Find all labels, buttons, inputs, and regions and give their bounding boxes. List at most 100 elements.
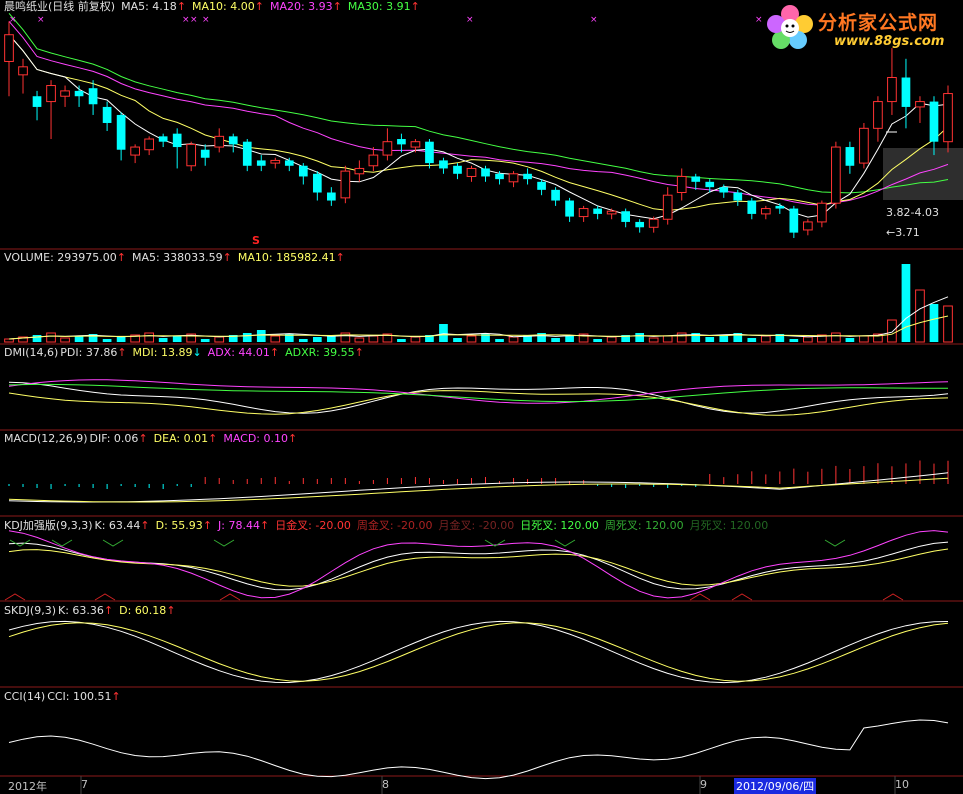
candle-body-down	[88, 88, 98, 105]
skdj-panel-header: SKDJ(9,3) K: 63.36↑ D: 60.18↑	[4, 604, 182, 618]
volume-bar-down	[32, 335, 42, 342]
kdj-death-cross-marker	[824, 539, 846, 547]
candle-body-up	[915, 101, 925, 108]
signal-x-marker: ×	[182, 15, 190, 25]
volume-bar-down	[635, 333, 645, 342]
kdj-golden-cross-marker	[94, 593, 116, 601]
time-label-september: 9	[700, 778, 707, 791]
volume-bar-down	[845, 338, 855, 342]
skdj-k: K: 63.36↑	[58, 604, 114, 617]
candle-body-down	[593, 208, 602, 214]
volume-bar-down	[453, 338, 462, 342]
cci-label: CCI(14)	[4, 690, 46, 703]
candle-body-down	[705, 181, 715, 188]
candle-body-down	[845, 147, 855, 166]
candle-body-down	[102, 106, 112, 123]
volume-bar-down	[929, 304, 939, 342]
volume-bar-up	[354, 337, 365, 343]
candle-body-up	[606, 210, 617, 215]
skdj-label: SKDJ(9,3)	[4, 604, 56, 617]
kdj-k-line	[8, 541, 949, 591]
candle-body-down	[453, 165, 462, 174]
volume-ma5: MA5: 338033.59↑	[131, 251, 232, 264]
candle-body-down	[733, 192, 743, 201]
volume-bar-up	[508, 336, 519, 343]
kdj-death-cross-marker	[51, 539, 73, 547]
dmi-panel-header: DMI(14,6) PDI: 37.86↑ MDI: 13.89↓ ADX: 44.0…	[4, 346, 370, 360]
time-label-year: 2012年	[8, 780, 47, 793]
candle-body-down	[326, 192, 336, 201]
candle-body-down	[425, 141, 434, 164]
ma20-value: MA20: 3.93↑	[269, 0, 342, 13]
candle-body-up	[214, 135, 225, 148]
volume-bar-down	[551, 338, 560, 342]
volume-bar-down	[74, 336, 84, 342]
kdj-monthly-death-cross: 月死叉: 120.00	[689, 519, 769, 532]
macd-panel-header: MACD(12,26,9) DIF: 0.06↑ DEA: 0.01↑ MACD: 0…	[4, 432, 303, 446]
candle-body-up	[887, 77, 897, 103]
candle-body-up	[676, 175, 687, 194]
adx-value: ADX: 44.01↑	[207, 346, 280, 359]
kdj-panel-header: KDJ加强版(9,3,3) K: 63.44↑ D: 55.93↑ J: 78.44↑…	[4, 519, 774, 533]
candle-body-down	[312, 173, 322, 193]
macd-label: MACD(12,26,9)	[4, 432, 88, 445]
time-label-july: 7	[81, 778, 88, 791]
skdj-d-line	[8, 622, 949, 682]
kdj-daily-death-cross: 日死叉: 120.00	[520, 519, 599, 532]
candle-body-down	[158, 136, 168, 142]
candle-body-up	[760, 208, 771, 215]
volume-bar-up	[270, 335, 281, 343]
volume-bar-up	[144, 332, 154, 343]
kdj-d-line	[8, 548, 949, 587]
candle-body-up	[144, 138, 154, 151]
ma5-line	[8, 34, 949, 220]
dif-value: DIF: 0.06↑	[89, 432, 148, 445]
candle-body-down	[481, 168, 490, 177]
volume-bar-down	[256, 330, 266, 342]
pdi-line	[8, 381, 949, 414]
adxr-line	[8, 383, 948, 403]
candle-body-down	[551, 189, 560, 201]
price-range-label: 3.82-4.03	[886, 206, 939, 219]
signal-x-marker: ×	[755, 15, 763, 25]
selected-date-cursor[interactable]: 2012/09/06/四	[734, 778, 817, 794]
candle-body-up	[817, 202, 827, 223]
mdi-value: MDI: 13.89↓	[132, 346, 202, 359]
candle-body-down	[74, 90, 84, 97]
volume-bar-down	[242, 333, 252, 342]
candle-body-down	[397, 139, 406, 145]
volume-bar-up	[915, 289, 925, 343]
candle-body-up	[648, 218, 659, 228]
cci-value: CCI: 100.51↑	[47, 690, 121, 703]
pdi-value: PDI: 37.86↑	[60, 346, 127, 359]
candle-body-down	[284, 160, 294, 166]
signal-x-marker: ×	[202, 15, 210, 25]
volume-bar-down	[397, 339, 406, 342]
candle-body-up	[18, 66, 28, 76]
candle-body-up	[46, 85, 56, 103]
signal-x-marker: ×	[466, 15, 474, 25]
kdj-j-line	[8, 530, 949, 599]
time-label-august: 8	[382, 778, 389, 791]
candle-body-down	[789, 208, 799, 233]
logo-title: 分析家公式网	[818, 12, 939, 34]
candle-body-up	[368, 154, 379, 167]
ma30-value: MA30: 3.91↑	[347, 0, 420, 13]
candle-body-up	[943, 93, 953, 143]
stock-chart[interactable]: × × × × × × × ×	[0, 0, 963, 794]
price-low-label: ←3.71	[886, 226, 920, 239]
logo-url: www.88gs.com	[834, 34, 945, 49]
volume-bar-up	[803, 336, 813, 343]
volume-bar-up	[662, 335, 673, 343]
candle-body-down	[298, 165, 308, 177]
candle-body-down	[691, 176, 701, 182]
candle-body-down	[495, 173, 504, 180]
candle-body-down	[116, 114, 126, 150]
volume-bar-up	[760, 335, 771, 343]
volume-bar-up	[60, 337, 70, 343]
volume-bar-up	[606, 336, 617, 343]
volume-panel-header: VOLUME: 293975.00↑ MA5: 338033.59↑ MA10: 1…	[4, 251, 351, 265]
main-panel-header: 晨鸣纸业(日线 前复权) MA5: 4.18↑ MA10: 4.00↑ MA20: 3…	[4, 0, 426, 14]
candle-body-up	[130, 146, 140, 156]
candle-body-down	[228, 136, 238, 145]
